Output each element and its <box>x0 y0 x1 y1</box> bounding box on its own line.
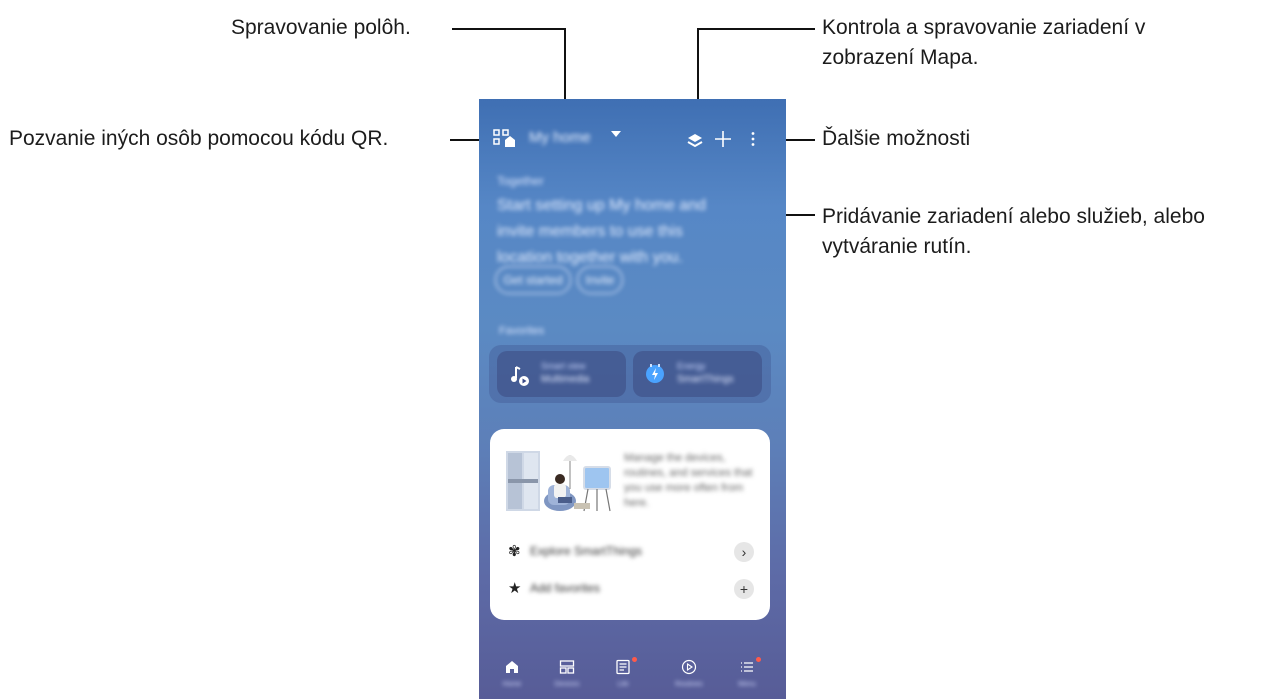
favorite-tile-media[interactable]: Smart view Multimedia <box>497 351 626 397</box>
nav-home-label: Home <box>502 681 522 688</box>
more-options-icon[interactable] <box>750 131 756 147</box>
star-icon: ★ <box>508 580 522 597</box>
welcome-body: Start setting up My home and invite memb… <box>497 197 706 266</box>
smartthings-icon: ✾ <box>508 543 521 560</box>
promo-card: Manage the devices, routines, and servic… <box>490 429 770 620</box>
menu-icon <box>739 659 755 675</box>
menu-notification-dot <box>756 657 761 662</box>
callout-invite-qr: Pozvanie iných osôb pomocou kódu QR. <box>9 127 389 150</box>
add-icon[interactable] <box>714 129 732 149</box>
callout-more-options: Ďalšie možnosti <box>822 127 971 150</box>
nav-home[interactable]: Home <box>492 651 532 699</box>
chevron-right-icon[interactable]: › <box>734 542 754 562</box>
life-notification-dot <box>632 657 637 662</box>
tile-media-line2: Multimedia <box>541 374 590 385</box>
home-icon <box>504 659 520 675</box>
nav-devices[interactable]: Devices <box>547 651 587 699</box>
nav-devices-label: Devices <box>554 681 580 688</box>
callout-manage-places: Spravovanie polôh. <box>231 16 411 39</box>
phone-screen: My home Together Start setting up My hom… <box>479 99 786 699</box>
tile-energy-line2: SmartThings <box>677 374 734 385</box>
leader-manage-places-h <box>452 28 566 30</box>
routines-icon <box>681 659 697 675</box>
chevron-down-icon[interactable] <box>611 131 621 137</box>
nav-life[interactable]: Life <box>603 651 643 699</box>
callout-add-line2: vytváranie rutín. <box>822 235 972 258</box>
invite-button[interactable]: Invite <box>577 266 623 294</box>
nav-routines-label: Routines <box>675 681 703 688</box>
callout-map-view-line2: zobrazení Mapa. <box>822 46 979 69</box>
energy-icon <box>643 361 667 385</box>
plus-icon[interactable]: + <box>734 579 754 599</box>
get-started-button[interactable]: Get started <box>495 266 571 294</box>
tile-energy-line1: Energy <box>677 361 706 371</box>
qr-invite-icon[interactable] <box>493 129 517 149</box>
explore-label: Explore SmartThings <box>530 544 643 558</box>
callout-add-line1: Pridávanie zariadení alebo služieb, aleb… <box>822 205 1205 228</box>
life-icon <box>615 659 631 675</box>
favorites-panel: Smart view Multimedia Energy SmartThings <box>489 345 771 403</box>
nav-life-label: Life <box>617 681 629 688</box>
nav-menu[interactable]: Menu <box>727 651 767 699</box>
devices-icon <box>559 659 575 675</box>
welcome-title: Together <box>497 174 544 188</box>
map-view-icon[interactable] <box>686 132 704 150</box>
tile-media-line1: Smart view <box>541 361 586 371</box>
music-note-icon <box>509 363 533 387</box>
explore-row[interactable]: ✾ Explore SmartThings › <box>490 535 770 569</box>
bottom-nav: Home Devices Life Routines Menu <box>479 651 786 699</box>
nav-routines[interactable]: Routines <box>669 651 709 699</box>
nav-menu-label: Menu <box>738 681 756 688</box>
add-favorites-label: Add favorites <box>530 581 601 595</box>
add-favorites-row[interactable]: ★ Add favorites + <box>490 572 770 606</box>
promo-illustration <box>504 445 616 517</box>
callout-map-view-line1: Kontrola a spravovanie zariadení v <box>822 16 1146 39</box>
home-selector[interactable]: My home <box>529 129 591 146</box>
promo-description: Manage the devices, routines, and servic… <box>624 452 753 509</box>
favorite-tile-energy[interactable]: Energy SmartThings <box>633 351 762 397</box>
favorites-label: Favorites <box>499 325 545 337</box>
leader-map-h <box>697 28 815 30</box>
